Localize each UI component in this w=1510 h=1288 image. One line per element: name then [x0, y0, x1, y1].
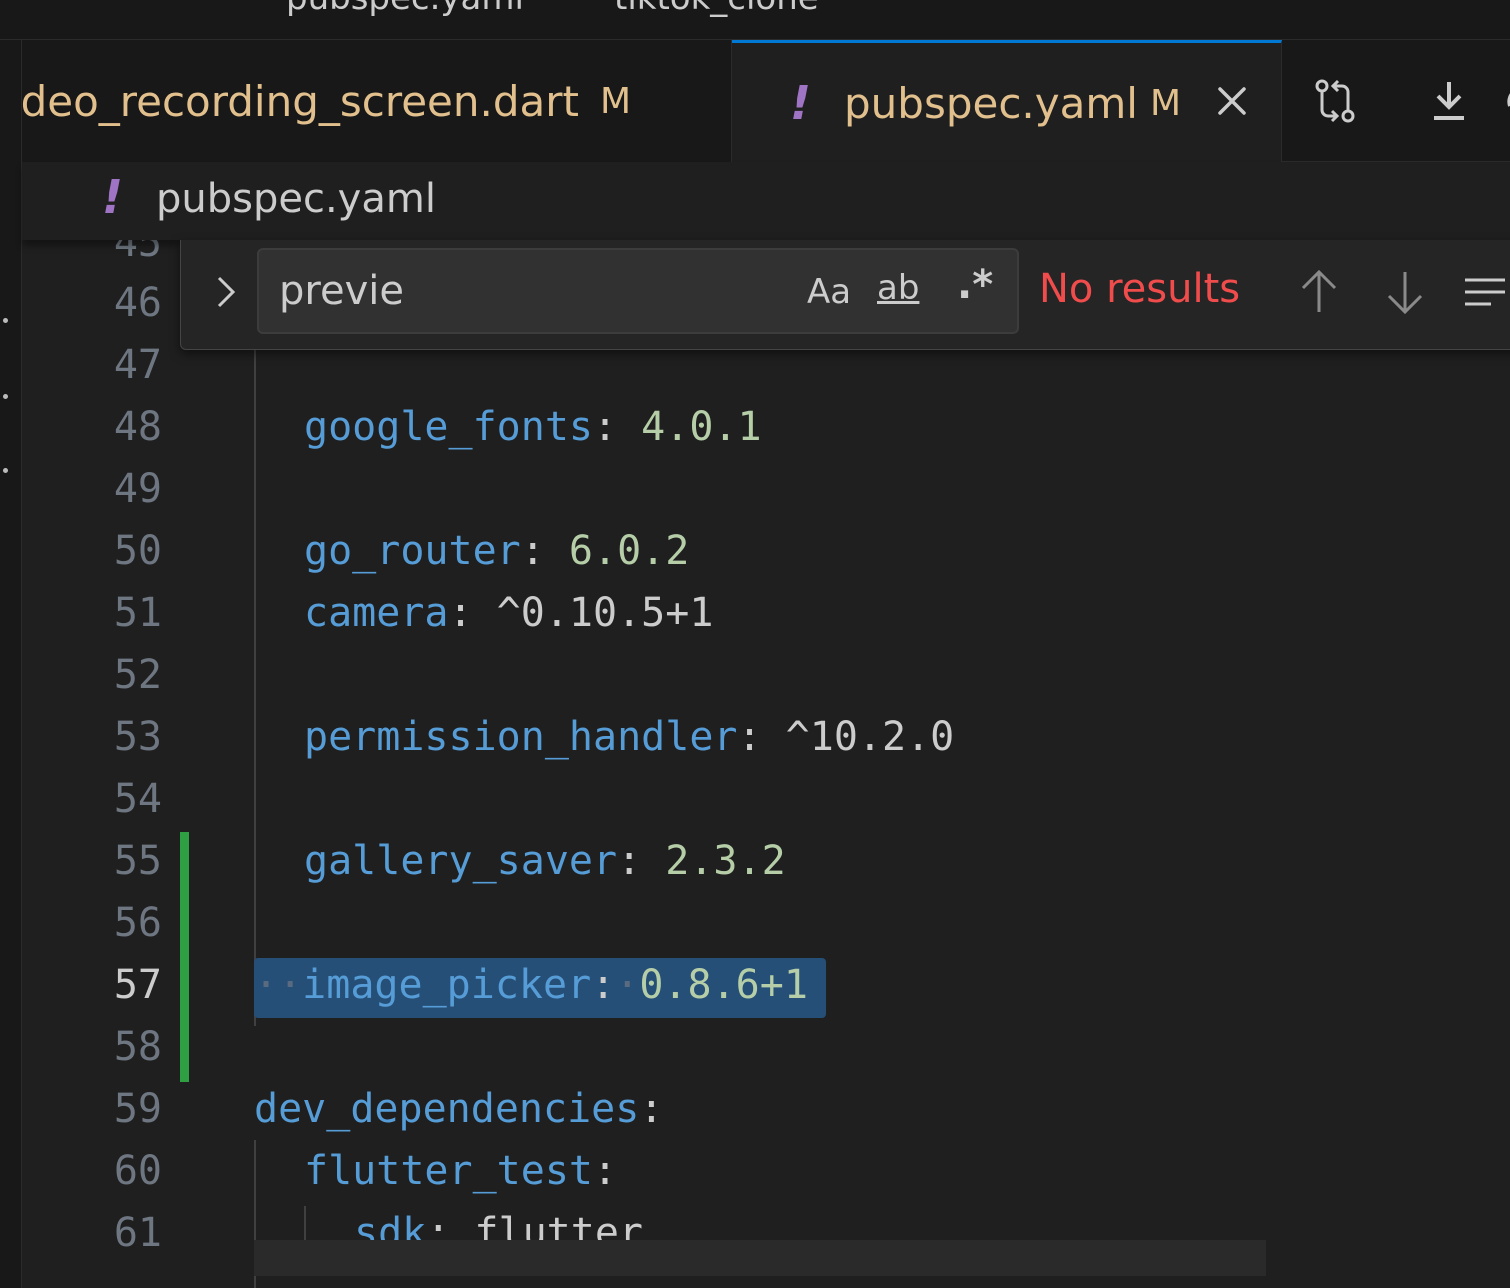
- yaml-key: camera: [304, 590, 449, 636]
- code-line: permission_handler: ^10.2.0: [304, 714, 955, 760]
- yaml-file-icon: !: [102, 170, 123, 224]
- line-number: 53: [113, 714, 162, 760]
- yaml-value: 4.0.1: [641, 404, 762, 450]
- yaml-value: 6.0.2: [568, 528, 690, 574]
- close-icon[interactable]: [1212, 81, 1252, 121]
- yaml-key: go_router: [304, 528, 521, 574]
- window-title-file: pubspec.yaml: [286, 0, 524, 18]
- line-number: 58: [113, 1024, 162, 1070]
- edge-dot: [3, 394, 8, 399]
- tab-label: deo_recording_screen.dart: [22, 76, 579, 126]
- yaml-value: ^0.10.5+1: [496, 590, 714, 636]
- yaml-value: 0.8.6+1: [639, 962, 808, 1008]
- window-title-project: tiktok_clone: [614, 0, 819, 18]
- line-number: 51: [113, 590, 162, 636]
- modified-indicator: M: [1150, 82, 1182, 124]
- tab-pubspec-yaml[interactable]: ! pubspec.yaml M: [732, 40, 1282, 163]
- line-number: 49: [113, 466, 162, 512]
- horizontal-scrollbar[interactable]: [254, 1240, 1266, 1276]
- regex-toggle[interactable]: .*: [957, 262, 993, 312]
- tab-bar: deo_recording_screen.dart M ! pubspec.ya…: [22, 40, 1510, 163]
- editor-actions: [1284, 40, 1510, 162]
- code-line: go_router: 6.0.2: [304, 528, 690, 574]
- find-input[interactable]: [279, 266, 779, 316]
- line-number: 59: [113, 1086, 162, 1132]
- code-line: google_fonts: 4.0.1: [304, 404, 762, 450]
- yaml-file-icon: !: [790, 76, 811, 130]
- tab-video-recording-screen[interactable]: deo_recording_screen.dart M: [22, 40, 732, 162]
- tab-label: pubspec.yaml: [844, 78, 1138, 128]
- modified-indicator: M: [599, 80, 631, 122]
- added-lines-marker[interactable]: [180, 832, 189, 1082]
- line-number: 52: [113, 652, 162, 698]
- yaml-key: dev_dependencies: [254, 1086, 640, 1132]
- whole-word-toggle[interactable]: ab: [877, 268, 919, 318]
- find-input-box: Aa ab .*: [257, 248, 1019, 334]
- yaml-key: flutter_test: [304, 1148, 593, 1194]
- breadcrumb-file[interactable]: pubspec.yaml: [156, 176, 436, 222]
- line-number: 56: [113, 900, 162, 946]
- yaml-key: permission_handler: [304, 714, 738, 760]
- arrow-down-icon[interactable]: [1381, 266, 1429, 318]
- line-number: 46: [113, 280, 162, 326]
- line-number-active: 57: [113, 962, 162, 1008]
- activity-edge: [0, 40, 22, 1288]
- chevron-right-icon[interactable]: [205, 270, 245, 314]
- yaml-value: 2.3.2: [665, 838, 786, 884]
- code-line: gallery_saver: 2.3.2: [304, 838, 786, 884]
- compare-changes-icon[interactable]: [1310, 76, 1360, 126]
- line-number: 48: [113, 404, 162, 450]
- yaml-key: gallery_saver: [304, 838, 618, 884]
- line-number: 60: [113, 1148, 162, 1194]
- code-line: dev_dependencies:: [254, 1086, 664, 1132]
- line-number: 54: [113, 776, 162, 822]
- match-case-toggle[interactable]: Aa: [807, 272, 851, 322]
- yaml-key: google_fonts: [304, 404, 593, 450]
- yaml-value: ^10.2.0: [785, 714, 955, 760]
- edge-dot: [3, 468, 8, 473]
- line-number: 47: [113, 342, 162, 388]
- more-actions-icon[interactable]: [1494, 76, 1510, 126]
- code-editor[interactable]: 45 46 47 48 49 50 51 52 53 54 55 56 57 5…: [22, 240, 1510, 1288]
- yaml-key: image_picker: [302, 962, 592, 1008]
- find-in-selection-icon[interactable]: [1461, 266, 1509, 318]
- line-number: 61: [113, 1210, 162, 1256]
- title-bar: pubspec.yaml tiktok_clone: [0, 0, 1510, 40]
- find-widget: Aa ab .* No results: [180, 240, 1510, 350]
- download-icon[interactable]: [1424, 76, 1474, 126]
- code-line-selected: ··image_picker:·0.8.6+1: [254, 962, 808, 1008]
- arrow-up-icon[interactable]: [1295, 266, 1343, 318]
- code-line: flutter_test:: [304, 1148, 618, 1194]
- breadcrumb: ! pubspec.yaml: [22, 162, 1510, 240]
- indent-guide: [254, 330, 256, 1026]
- line-number: 45: [113, 240, 162, 266]
- edge-dot: [3, 318, 8, 323]
- code-line: camera: ^0.10.5+1: [304, 590, 714, 636]
- line-number: 55: [113, 838, 162, 884]
- line-number: 50: [113, 528, 162, 574]
- find-status: No results: [1039, 266, 1241, 312]
